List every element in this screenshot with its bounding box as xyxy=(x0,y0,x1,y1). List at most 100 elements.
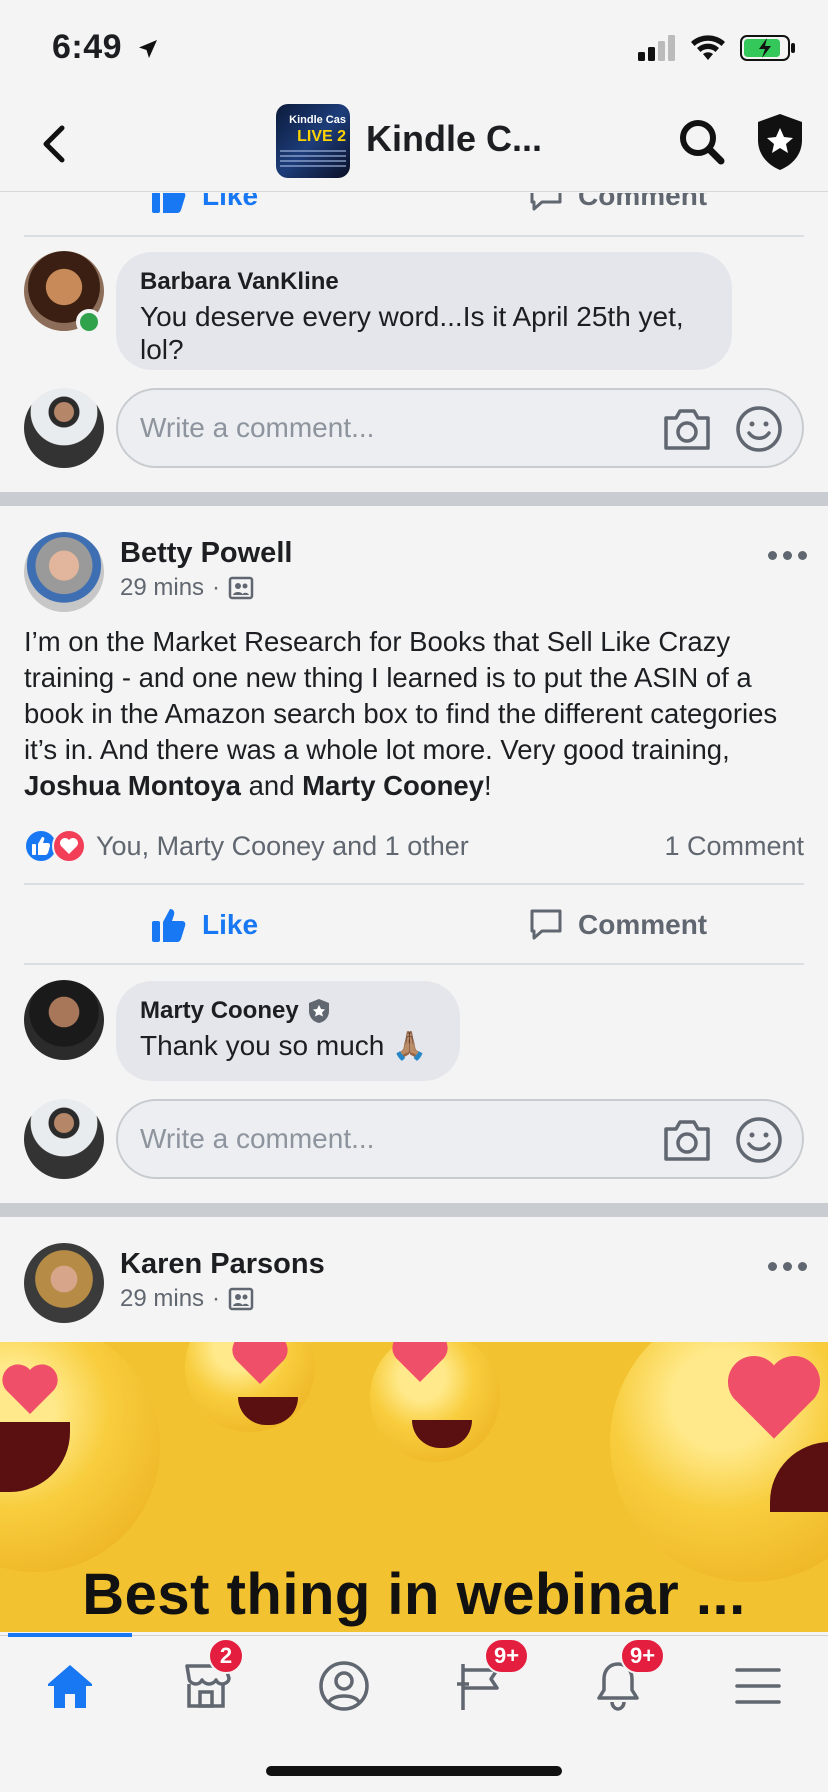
thumbnail-text: LIVE 2 xyxy=(297,128,346,145)
post-meta: 29 mins · xyxy=(120,574,254,602)
comment-placeholder: Write a comment... xyxy=(140,412,375,443)
tab-menu[interactable] xyxy=(698,1646,818,1726)
post-actions: Like Comment xyxy=(0,193,828,235)
post-text: I’m on the Market Research for Books tha… xyxy=(24,624,814,804)
post-author[interactable]: Betty Powell xyxy=(120,537,292,570)
post-image[interactable]: Best thing in webinar ... xyxy=(0,1342,828,1632)
comment-label: Comment xyxy=(578,909,708,940)
search-button[interactable] xyxy=(676,116,728,168)
image-caption-text: Best thing in webinar ... xyxy=(82,1562,746,1627)
post-text-segment: I’m on the Market Research for Books tha… xyxy=(24,626,778,765)
mention-link[interactable]: Joshua Montoya xyxy=(24,770,241,801)
more-dots-icon xyxy=(798,1262,807,1271)
more-dots-icon xyxy=(768,1262,777,1271)
reaction-summary[interactable]: You, Marty Cooney and 1 other 1 Comment xyxy=(24,829,804,869)
cellular-signal-icon xyxy=(638,35,675,61)
comment-button[interactable]: Comment xyxy=(528,886,707,964)
location-arrow-icon xyxy=(139,40,158,59)
camera-icon[interactable] xyxy=(662,1117,712,1163)
post-text-segment: ! xyxy=(483,770,492,801)
post-separator xyxy=(0,492,828,506)
comment-text-content: Thank you so much xyxy=(140,1030,385,1061)
thumbnail-text: Kindle Cas xyxy=(289,114,346,126)
post-separator xyxy=(0,1203,828,1217)
group-feed[interactable]: Like Comment Barbara VanKline You deserv… xyxy=(0,193,828,1635)
shield-star-icon xyxy=(758,114,802,170)
post-text-segment: and xyxy=(240,770,303,801)
like-button[interactable]: Like xyxy=(150,886,258,964)
comment-author[interactable]: Barbara VanKline xyxy=(140,268,708,296)
wifi-icon xyxy=(691,35,725,60)
comment-button[interactable]: Comment xyxy=(528,193,707,235)
emoji-icon[interactable] xyxy=(734,1115,784,1165)
reaction-icons xyxy=(24,829,86,863)
post-meta: 29 mins · xyxy=(120,1285,254,1313)
avatar[interactable] xyxy=(24,1099,104,1179)
search-icon xyxy=(680,120,725,165)
profile-icon xyxy=(319,1661,369,1711)
more-dots-icon xyxy=(798,551,807,560)
tab-pages[interactable]: 9+ xyxy=(422,1638,542,1726)
comment-bubble-icon xyxy=(530,909,562,940)
active-tab-indicator xyxy=(8,1633,132,1637)
tab-home[interactable] xyxy=(10,1646,130,1726)
avatar[interactable] xyxy=(24,980,104,1060)
comment-bubble[interactable]: Marty Cooney Thank you so much 🙏🏽 xyxy=(116,981,460,1081)
post-time[interactable]: 29 mins xyxy=(120,1285,204,1313)
tab-marketplace[interactable]: 2 xyxy=(146,1638,266,1726)
avatar[interactable] xyxy=(24,388,104,468)
post-actions: Like Comment xyxy=(0,886,828,964)
notification-badge: 9+ xyxy=(620,1638,666,1674)
status-bar: 6:49 xyxy=(0,0,828,96)
heart-graphic xyxy=(232,1342,288,1384)
chevron-left-icon xyxy=(43,125,65,163)
home-indicator[interactable] xyxy=(266,1766,562,1776)
comment-bubble-icon xyxy=(530,193,562,211)
post-time[interactable]: 29 mins xyxy=(120,574,204,602)
write-comment-input[interactable]: Write a comment... xyxy=(116,388,804,468)
praying-hands-emoji: 🙏🏽 xyxy=(392,1030,427,1061)
home-icon xyxy=(48,1665,92,1708)
like-label: Like xyxy=(202,909,259,940)
comment-author-name[interactable]: Marty Cooney xyxy=(140,997,299,1025)
camera-icon[interactable] xyxy=(662,406,712,452)
comment-placeholder: Write a comment... xyxy=(140,1123,375,1154)
admin-tools-button[interactable] xyxy=(754,112,806,172)
group-nav-bar: Kindle Cas LIVE 2 Kindle C... xyxy=(0,96,828,192)
comment-label: Comment xyxy=(578,193,708,211)
back-button[interactable] xyxy=(28,118,80,170)
more-dots-icon xyxy=(768,551,777,560)
meta-dot: · xyxy=(212,574,221,601)
post-author[interactable]: Karen Parsons xyxy=(120,1248,325,1281)
comment-text: Thank you so much 🙏🏽 xyxy=(140,1029,436,1062)
write-comment-input[interactable]: Write a comment... xyxy=(116,1099,804,1179)
meta-dot: · xyxy=(212,1285,221,1312)
divider xyxy=(24,963,804,965)
post-options-button[interactable] xyxy=(768,1262,808,1274)
like-label: Like xyxy=(202,193,259,211)
battery-charging-icon xyxy=(740,35,795,61)
group-title[interactable]: Kindle C... xyxy=(366,118,542,160)
group-cover-thumbnail[interactable]: Kindle Cas LIVE 2 xyxy=(276,104,350,178)
heart-graphic xyxy=(2,1364,58,1414)
mention-link[interactable]: Marty Cooney xyxy=(302,770,484,801)
comment-bubble[interactable]: Barbara VanKline You deserve every word.… xyxy=(116,252,732,370)
notification-badge: 2 xyxy=(208,1638,244,1674)
tab-notifications[interactable]: 9+ xyxy=(558,1638,678,1726)
divider xyxy=(24,235,804,237)
reaction-names[interactable]: You, Marty Cooney and 1 other xyxy=(96,831,469,862)
comment-count[interactable]: 1 Comment xyxy=(664,831,804,862)
avatar[interactable] xyxy=(24,1243,104,1323)
comment-text: You deserve every word...Is it April 25t… xyxy=(140,301,684,365)
comment-author[interactable]: Marty Cooney xyxy=(140,997,436,1025)
emoji-icon[interactable] xyxy=(734,404,784,454)
group-members-icon xyxy=(228,1287,254,1311)
avatar[interactable] xyxy=(24,532,104,612)
post-options-button[interactable] xyxy=(768,551,808,563)
like-button[interactable]: Like xyxy=(150,193,258,235)
status-icons xyxy=(638,34,796,62)
tab-profile[interactable] xyxy=(284,1646,404,1726)
heart-graphic xyxy=(727,1355,821,1439)
thumbs-up-icon xyxy=(152,909,186,942)
thumbnail-decoration xyxy=(280,150,346,170)
